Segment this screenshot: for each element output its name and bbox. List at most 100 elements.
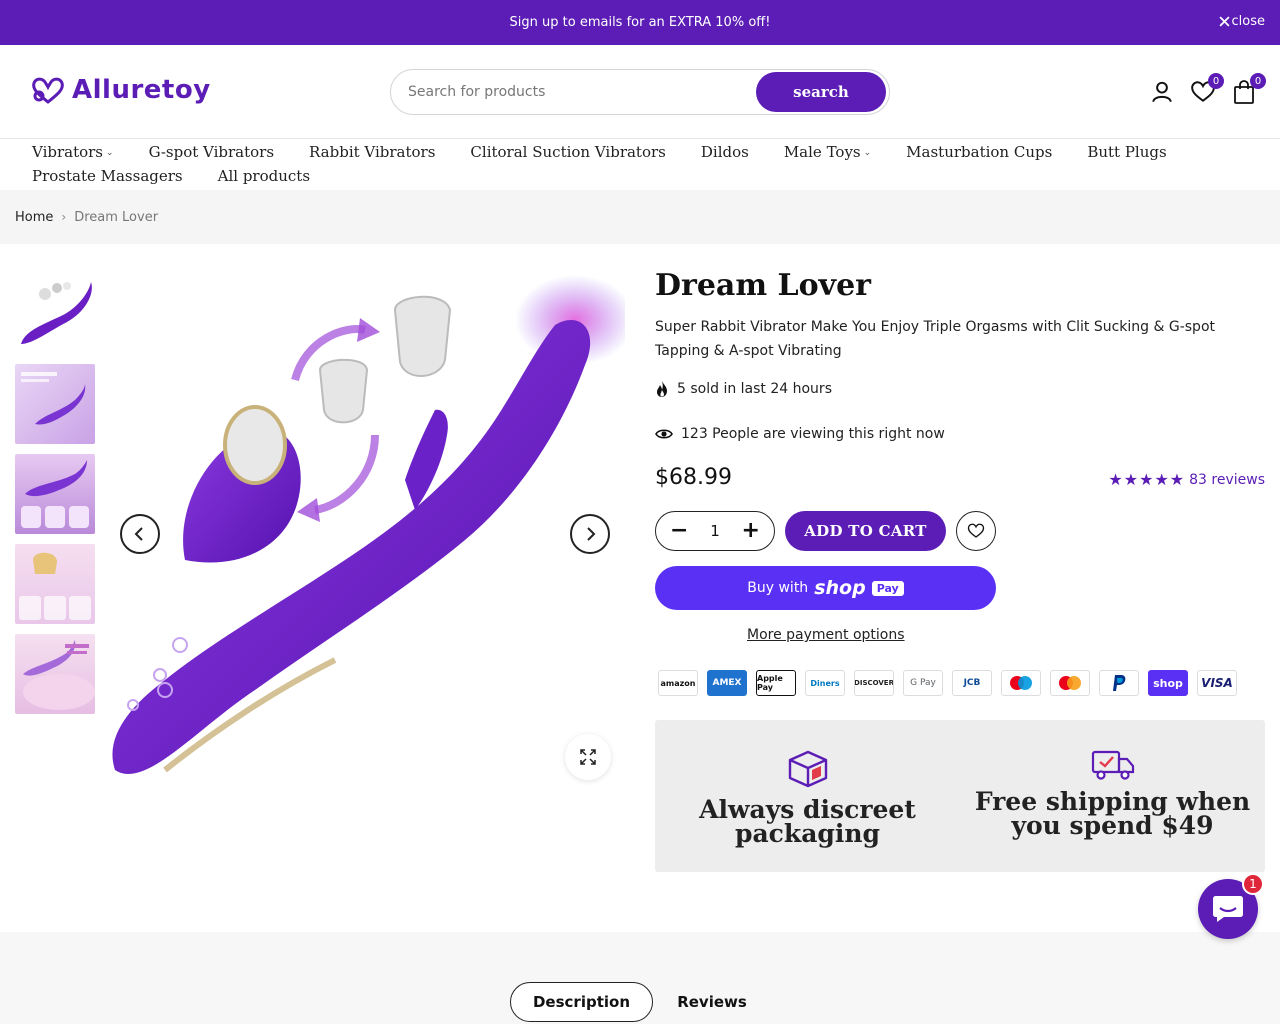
breadcrumb-home-link[interactable]: Home (15, 210, 53, 225)
cart-count-badge: 0 (1250, 73, 1266, 89)
product-thumbnail[interactable] (15, 364, 95, 444)
logo[interactable]: Alluretoy (30, 75, 211, 105)
nav-label: Prostate Massagers (32, 167, 183, 185)
nav-item-clitoral-suction-vibrators[interactable]: Clitoral Suction Vibrators (470, 143, 665, 161)
payment-icons: amazon AMEX Apple Pay Diners DISCOVER G … (658, 670, 1237, 696)
account-button[interactable] (1149, 79, 1175, 105)
chevron-right-icon (587, 527, 596, 541)
feature-title: Always discreet packaging (699, 795, 916, 848)
decrease-quantity-button[interactable]: − (670, 520, 688, 542)
jcb-icon: JCB (952, 670, 992, 696)
logo-text: Alluretoy (72, 75, 211, 105)
search-button[interactable]: search (756, 72, 886, 112)
delivery-truck-icon (1091, 750, 1134, 780)
product-info: Dream Lover Super Rabbit Vibrator Make Y… (655, 268, 1265, 872)
nav-item-male-toys[interactable]: Male Toys ⌄ (784, 143, 871, 161)
nav-item-rabbit-vibrators[interactable]: Rabbit Vibrators (309, 143, 435, 161)
diners-club-icon: Diners (805, 670, 845, 696)
add-to-wishlist-button[interactable] (956, 511, 996, 551)
search-bar: search (390, 69, 890, 115)
nav-label: G-spot Vibrators (148, 143, 275, 161)
product-main-image[interactable] (105, 270, 635, 800)
breadcrumb-current: Dream Lover (74, 209, 159, 225)
site-header: Alluretoy search 0 0 (0, 45, 1280, 139)
more-payment-options-link[interactable]: More payment options (747, 627, 905, 643)
nav-item-butt-plugs[interactable]: Butt Plugs (1087, 143, 1166, 161)
wishlist-button[interactable]: 0 (1190, 73, 1224, 105)
feature-free-shipping: Free shipping when you spend $49 (960, 720, 1265, 872)
logo-mark-icon (32, 77, 64, 104)
add-to-cart-button[interactable]: ADD TO CART (785, 511, 946, 551)
quantity-value[interactable]: 1 (710, 522, 720, 540)
eye-icon (655, 429, 673, 439)
nav-item-g-spot-vibrators[interactable]: G-spot Vibrators (149, 143, 274, 161)
nav-label: Clitoral Suction Vibrators (470, 143, 666, 161)
heart-icon (967, 523, 985, 538)
amex-icon: AMEX (707, 670, 747, 696)
tab-description[interactable]: Description (510, 982, 653, 1022)
announcement-bar: Sign up to emails for an EXTRA 10% off! … (0, 0, 1280, 45)
wishlist-count-badge: 0 (1208, 73, 1224, 89)
zoom-button[interactable] (565, 734, 611, 780)
nav-item-vibrators[interactable]: Vibrators ⌄ (32, 143, 114, 161)
next-image-button[interactable] (570, 514, 610, 554)
buy-with-label: Buy with (747, 580, 809, 596)
nav-label: Masturbation Cups (906, 143, 1053, 161)
package-box-icon (788, 750, 827, 788)
user-icon (1152, 81, 1172, 103)
product-thumbnails (15, 274, 95, 724)
nav-label: Vibrators (32, 143, 104, 161)
announcement-close-button[interactable]: close (1218, 14, 1265, 29)
nav-label: Rabbit Vibrators (309, 143, 436, 161)
shop-logo: shop (814, 577, 866, 599)
buy-with-shop-pay-button[interactable]: Buy with shop Pay (655, 566, 996, 610)
product-title: Dream Lover (655, 268, 871, 303)
nav-label: Male Toys (783, 143, 861, 161)
apple-pay-icon: Apple Pay (756, 670, 796, 696)
paypal-icon (1099, 670, 1139, 696)
product-tabs-section: Description Reviews (0, 932, 1280, 1024)
cart-button[interactable]: 0 (1232, 73, 1266, 105)
viewing-stat: 123 People are viewing this right now (655, 426, 945, 442)
sold-text: 5 sold in last 24 hours (677, 381, 832, 397)
chat-widget-button[interactable]: 1 (1198, 873, 1264, 939)
star-rating: ★★★★★ (1108, 470, 1186, 489)
expand-icon (580, 749, 596, 765)
sold-stat: 5 sold in last 24 hours (655, 380, 832, 398)
viewing-text: 123 People are viewing this right now (681, 426, 945, 442)
nav-item-dildos[interactable]: Dildos (701, 143, 749, 161)
rating-link[interactable]: ★★★★★ 83 reviews (1108, 470, 1265, 489)
visa-icon: VISA (1197, 670, 1237, 696)
increase-quantity-button[interactable]: + (742, 520, 760, 542)
pay-label: Pay (871, 580, 904, 596)
amazon-pay-icon: amazon (658, 670, 698, 696)
nav-label: All products (217, 167, 311, 185)
shop-pay-icon: shop (1148, 670, 1188, 696)
product-price: $68.99 (655, 465, 732, 490)
product-thumbnail[interactable] (15, 274, 95, 354)
main-navigation: Vibrators ⌄ G-spot Vibrators Rabbit Vibra… (0, 140, 1280, 188)
product-thumbnail[interactable] (15, 454, 95, 534)
product-thumbnail[interactable] (15, 544, 95, 624)
feature-title: Free shipping when you spend $49 (974, 787, 1251, 840)
flame-icon (657, 381, 667, 397)
features-box: Always discreet packaging Free shipping … (655, 720, 1265, 872)
chevron-down-icon: ⌄ (863, 148, 872, 158)
nav-item-masturbation-cups[interactable]: Masturbation Cups (906, 143, 1052, 161)
nav-label: Dildos (700, 143, 749, 161)
quantity-stepper: − 1 + (655, 511, 775, 551)
product-subtitle: Super Rabbit Vibrator Make You Enjoy Tri… (655, 319, 1215, 359)
chat-bubble-icon (1213, 896, 1243, 922)
close-label: close (1231, 14, 1265, 29)
chevron-right-icon: › (61, 210, 67, 224)
breadcrumb: Home › Dream Lover (0, 190, 1280, 244)
reviews-count: 83 reviews (1189, 471, 1265, 488)
nav-item-prostate-massagers[interactable]: Prostate Massagers (32, 167, 183, 185)
tab-reviews[interactable]: Reviews (668, 982, 756, 1022)
google-pay-icon: G Pay (903, 670, 943, 696)
product-thumbnail[interactable] (15, 634, 95, 714)
nav-item-all-products[interactable]: All products (218, 167, 310, 185)
announcement-text: Sign up to emails for an EXTRA 10% off! (509, 15, 771, 30)
search-input[interactable] (408, 84, 756, 100)
previous-image-button[interactable] (120, 514, 160, 554)
